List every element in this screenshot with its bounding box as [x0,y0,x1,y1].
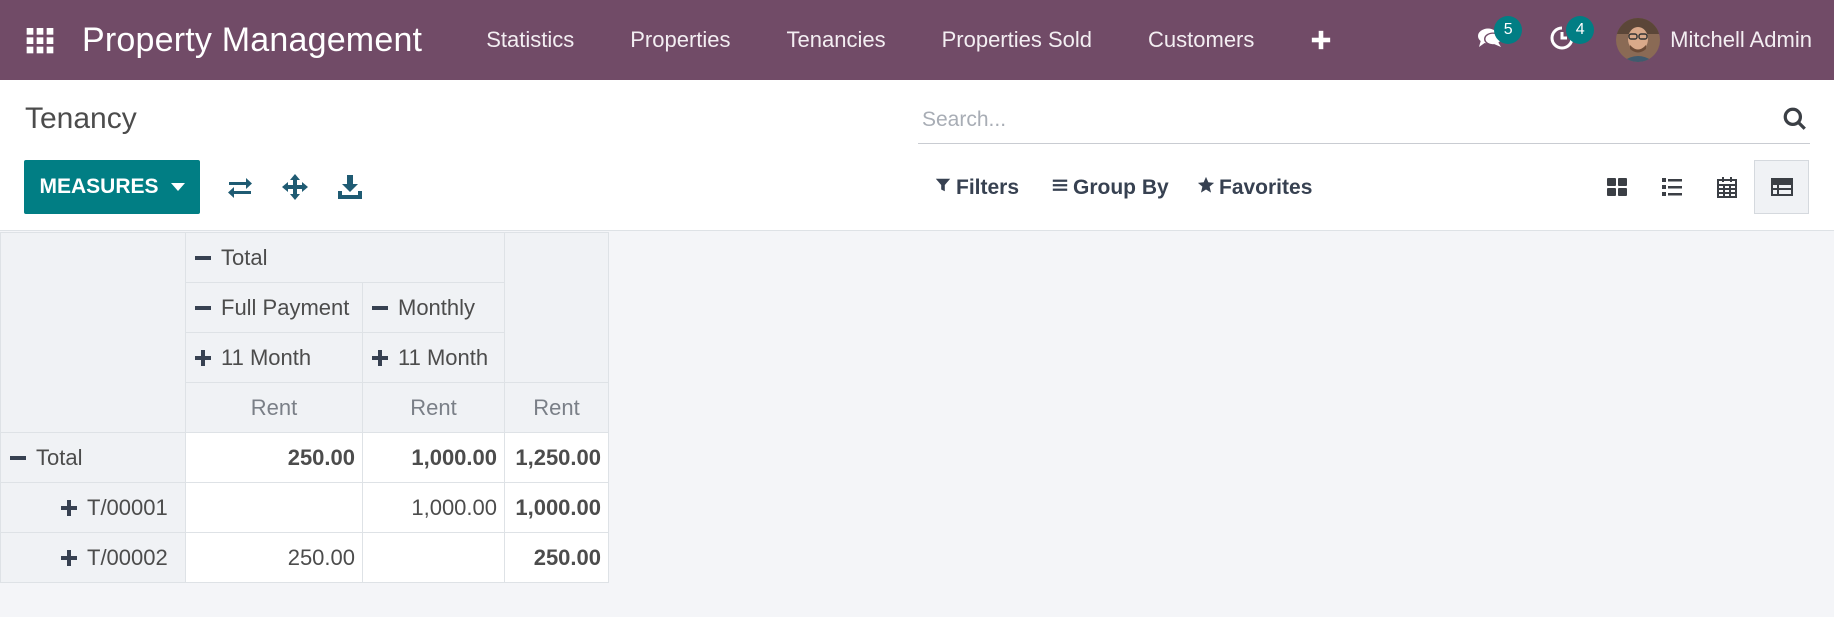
measures-label: MEASURES [39,175,159,198]
plus-icon[interactable] [1282,0,1360,80]
pivot-cell[interactable]: 250.00 [185,532,363,583]
col-header-label: 11 Month [221,344,312,370]
filters-label: Filters [956,176,1020,199]
calendar-view-icon[interactable] [1699,160,1754,214]
app-brand[interactable]: Property Management [82,21,422,60]
pivot-row: T/00002 250.00 250.00 [0,532,609,583]
activities-badge: 4 [1566,16,1595,44]
row-header-label: T/00001 [87,494,168,520]
page-title: Tenancy [25,102,137,135]
pivot-corner [0,232,186,433]
pivot-row: T/00001 1,000.00 1,000.00 [0,482,609,533]
top-navbar: Property Management Statistics Propertie… [0,0,1834,80]
caret-down-icon [170,183,185,191]
view-switcher [1589,160,1809,214]
menu-item-properties-sold[interactable]: Properties Sold [914,0,1120,80]
col-header-label: Total [221,244,268,270]
download-icon[interactable] [333,170,367,204]
flip-axis-icon[interactable] [223,170,257,204]
systray: 5 4 Mitchell Admin [1454,0,1834,80]
plus-icon [59,495,79,521]
kanban-view-icon[interactable] [1589,160,1644,214]
measure-header[interactable]: Rent [362,382,505,433]
pivot-cell[interactable]: 250.00 [504,532,609,583]
col-header-label: 11 Month [398,344,489,370]
col-header-11-month[interactable]: 11 Month [185,332,363,383]
menu-item-tenancies[interactable]: Tenancies [759,0,914,80]
plus-icon [59,545,79,571]
activities-button[interactable]: 4 [1526,0,1598,80]
star-icon [1197,176,1219,200]
menu-item-statistics[interactable]: Statistics [458,0,602,80]
pivot-view-icon[interactable] [1754,160,1809,214]
pivot-header-blank [504,232,609,383]
measure-header[interactable]: Rent [504,382,609,433]
menu-item-customers[interactable]: Customers [1120,0,1282,80]
pivot-cell[interactable]: 1,250.00 [504,432,609,483]
pivot-cell[interactable]: 1,000.00 [504,482,609,533]
col-header-label: Monthly [398,294,476,320]
search-bar [918,96,1810,144]
pivot-cell[interactable]: 250.00 [185,432,363,483]
menu-item-properties[interactable]: Properties [602,0,758,80]
measures-button[interactable]: MEASURES [24,160,200,214]
pivot-cell[interactable] [185,482,363,533]
filters-button[interactable]: Filters [934,172,1019,204]
pivot-header-row: Total [0,232,609,433]
list-view-icon[interactable] [1644,160,1699,214]
minus-icon [370,295,390,321]
pivot-cell[interactable]: 1,000.00 [362,432,505,483]
list-lines-icon [1051,176,1073,200]
col-header-monthly[interactable]: Monthly [362,282,505,333]
col-header-full-payment[interactable]: Full Payment [185,282,363,333]
pivot-row-total: Total 250.00 1,000.00 1,250.00 [0,432,609,483]
pivot-table: Total Full Payment Monthly 11 Month 11 M… [0,232,609,583]
user-name: Mitchell Admin [1670,27,1812,52]
control-panel: Tenancy MEASURES Filters [0,80,1834,231]
expand-all-icon[interactable] [278,170,312,204]
row-header-t00002[interactable]: T/00002 [0,532,186,583]
row-header-total[interactable]: Total [0,432,186,483]
minus-icon [8,445,28,471]
pivot-cell[interactable] [362,532,505,583]
messages-badge: 5 [1494,16,1523,44]
row-header-label: T/00002 [87,544,168,570]
filter-icon [934,176,956,200]
plus-icon [370,345,390,371]
search-icon[interactable] [1782,106,1810,134]
plus-icon [193,345,213,371]
pivot-cell[interactable]: 1,000.00 [362,482,505,533]
group-by-button[interactable]: Group By [1051,172,1169,204]
main-menu: Statistics Properties Tenancies Properti… [458,0,1360,80]
apps-menu-icon[interactable] [0,0,80,80]
minus-icon [193,295,213,321]
col-header-11-month[interactable]: 11 Month [362,332,505,383]
row-header-t00001[interactable]: T/00001 [0,482,186,533]
user-menu[interactable]: Mitchell Admin [1598,0,1834,80]
search-input[interactable] [922,104,1762,136]
favorites-button[interactable]: Favorites [1197,172,1312,204]
group-by-label: Group By [1073,176,1169,199]
favorites-label: Favorites [1219,176,1313,199]
measure-header[interactable]: Rent [185,382,363,433]
minus-icon [193,245,213,271]
col-header-label: Full Payment [221,294,350,320]
row-header-label: Total [36,444,83,470]
avatar [1616,18,1661,62]
col-header-total[interactable]: Total [185,232,505,283]
messages-button[interactable]: 5 [1454,0,1526,80]
